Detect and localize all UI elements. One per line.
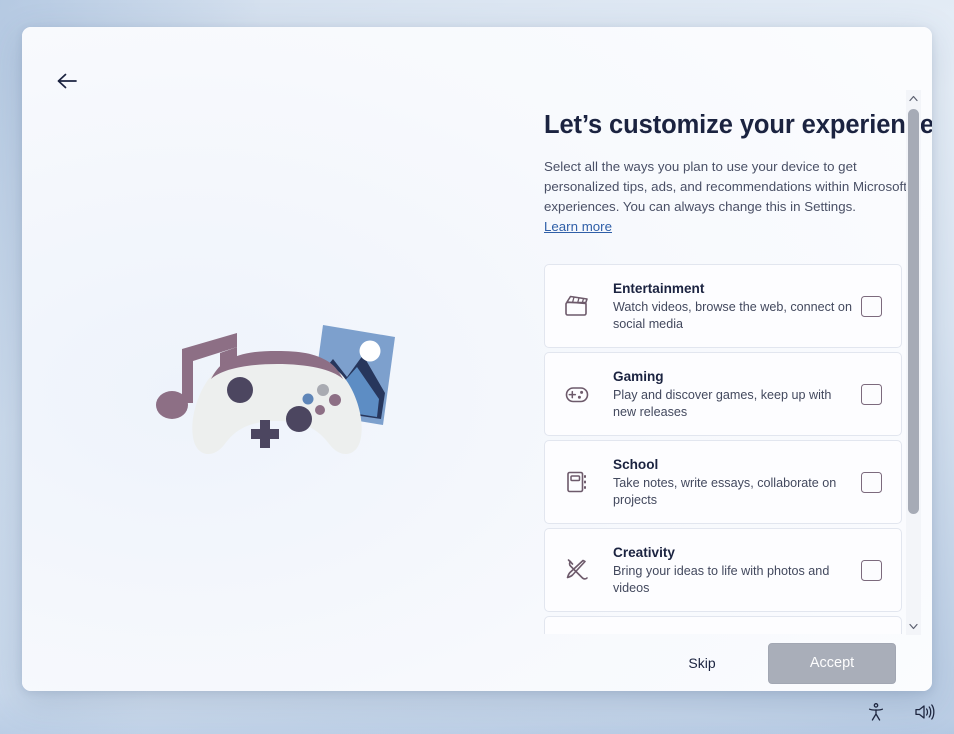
option-title: Gaming bbox=[613, 369, 664, 384]
option-description: Watch videos, browse the web, connect on… bbox=[613, 300, 852, 331]
option-checkbox-school[interactable] bbox=[861, 471, 882, 493]
option-card-gaming[interactable]: Gaming Play and discover games, keep up … bbox=[544, 352, 902, 436]
option-checkbox-gaming[interactable] bbox=[861, 383, 882, 405]
scroll-down-button[interactable] bbox=[906, 618, 921, 635]
scrollbar-thumb[interactable] bbox=[908, 109, 919, 514]
notebook-icon bbox=[555, 460, 599, 504]
page-description: Select all the ways you plan to use your… bbox=[544, 159, 907, 214]
chevron-down-icon bbox=[909, 623, 918, 630]
chevron-up-icon bbox=[909, 95, 918, 102]
page-title: Let’s customize your experience bbox=[544, 111, 932, 139]
oobe-window: Let’s customize your experience Select a… bbox=[22, 27, 932, 691]
accessibility-icon[interactable] bbox=[860, 696, 892, 728]
accept-button[interactable]: Accept bbox=[768, 642, 896, 684]
footer-actions: Skip Accept bbox=[22, 635, 932, 691]
option-card-entertainment[interactable]: Entertainment Watch videos, browse the w… bbox=[544, 264, 902, 348]
scroll-up-button[interactable] bbox=[906, 90, 921, 107]
option-description: Play and discover games, keep up with ne… bbox=[613, 388, 832, 419]
option-description: Take notes, write essays, collaborate on… bbox=[613, 476, 837, 507]
options-list: Entertainment Watch videos, browse the w… bbox=[544, 264, 906, 634]
learn-more-link[interactable]: Learn more bbox=[544, 219, 612, 234]
arrow-left-icon bbox=[57, 73, 77, 89]
skip-button[interactable]: Skip bbox=[656, 647, 748, 679]
option-card-creativity[interactable]: Creativity Bring your ideas to life with… bbox=[544, 528, 902, 612]
paintbrush-pencil-icon bbox=[555, 548, 599, 592]
option-card-partial[interactable] bbox=[544, 616, 902, 634]
game-controller-icon bbox=[555, 372, 599, 416]
setup-content-panel: Let’s customize your experience Select a… bbox=[522, 89, 932, 634]
option-title: Entertainment bbox=[613, 281, 705, 296]
option-checkbox-creativity[interactable] bbox=[861, 559, 882, 581]
clapperboard-icon bbox=[555, 284, 599, 328]
oobe-window-surface: Let’s customize your experience Select a… bbox=[22, 27, 932, 691]
back-button[interactable] bbox=[46, 60, 88, 102]
option-card-text: School Take notes, write essays, collabo… bbox=[599, 456, 861, 508]
option-card-school[interactable]: School Take notes, write essays, collabo… bbox=[544, 440, 902, 524]
option-title: School bbox=[613, 457, 659, 472]
scrollbar-track[interactable] bbox=[906, 107, 921, 618]
system-tray bbox=[860, 696, 940, 728]
option-card-text: Creativity Bring your ideas to life with… bbox=[599, 544, 861, 596]
option-card-text: Entertainment Watch videos, browse the w… bbox=[599, 280, 861, 332]
volume-icon[interactable] bbox=[908, 696, 940, 728]
option-description: Bring your ideas to life with photos and… bbox=[613, 564, 830, 595]
gaming-entertainment-illustration bbox=[127, 307, 427, 477]
option-card-text: Gaming Play and discover games, keep up … bbox=[599, 368, 861, 420]
option-checkbox-entertainment[interactable] bbox=[861, 295, 882, 317]
option-title: Creativity bbox=[613, 545, 675, 560]
options-scrollbar[interactable] bbox=[906, 90, 921, 635]
